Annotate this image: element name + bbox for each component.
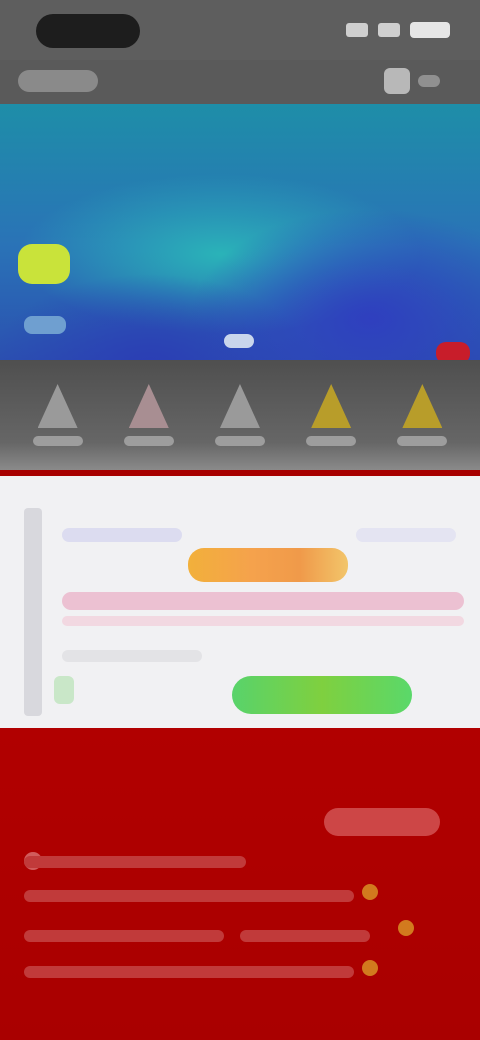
category-label — [397, 436, 448, 446]
share-icon — [384, 68, 410, 94]
category-label — [123, 436, 174, 446]
battery-icon — [410, 22, 450, 38]
app-screen — [0, 0, 480, 1040]
category-icon — [311, 384, 352, 428]
promo-button[interactable] — [324, 808, 440, 836]
promo-line — [24, 966, 354, 978]
top-header — [0, 60, 480, 104]
status-time — [36, 14, 140, 48]
card-title — [62, 528, 182, 542]
category-label — [214, 436, 265, 446]
card-description — [62, 592, 464, 610]
card-marker-icon — [54, 676, 74, 704]
card-title-extra — [356, 528, 456, 542]
card-side-stripe — [24, 508, 42, 716]
promo-section — [0, 728, 480, 1040]
promo-coin-icon — [398, 920, 414, 936]
category-label — [306, 436, 357, 446]
header-action-label — [418, 75, 440, 87]
promo-line-extra — [240, 930, 370, 942]
category-icon — [37, 384, 78, 428]
category-icon — [402, 384, 443, 428]
promo-line — [24, 930, 224, 942]
card-cta-button[interactable] — [232, 676, 412, 714]
banner-badge — [18, 244, 70, 284]
card-description-line — [62, 616, 464, 626]
header-action-button[interactable] — [384, 66, 444, 96]
promo-coin-icon — [362, 884, 378, 900]
category-label — [32, 436, 83, 446]
wifi-icon — [378, 23, 400, 37]
category-item[interactable] — [117, 368, 181, 446]
category-item[interactable] — [299, 368, 363, 446]
promo-line — [24, 856, 246, 868]
category-icon — [219, 384, 260, 428]
hero-banner[interactable] — [0, 104, 480, 360]
card-note — [62, 650, 202, 662]
status-icons — [346, 18, 450, 42]
category-item[interactable] — [26, 368, 90, 446]
banner-subtitle — [24, 316, 66, 334]
category-item[interactable] — [208, 368, 272, 446]
category-item[interactable] — [390, 368, 454, 446]
category-icon — [128, 384, 169, 428]
promo-line — [24, 890, 354, 902]
back-button[interactable] — [18, 70, 98, 92]
category-strip — [0, 360, 480, 470]
signal-icon — [346, 23, 368, 37]
promo-coin-icon — [362, 960, 378, 976]
card-highlight — [188, 548, 348, 582]
banner-page-indicator — [224, 334, 254, 348]
status-bar — [0, 0, 480, 60]
